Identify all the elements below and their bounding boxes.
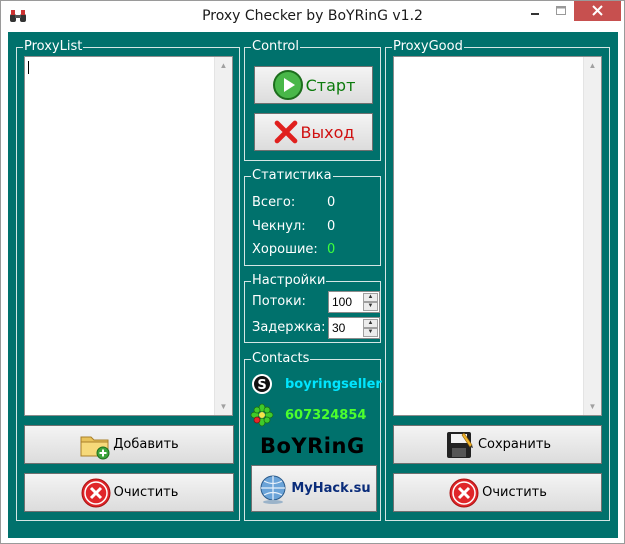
text-caret [28,61,29,74]
settings-group: Настройки Потоки: 100 ▲ ▼ Задержка: 30 ▲… [244,273,381,343]
proxylist-scrollbar[interactable]: ▲ ▼ [214,57,232,415]
contacts-group: Contacts S boyringseller 607324854 BoYRi… [244,351,382,521]
clear-list-button-label: Очистить [113,485,179,500]
stats-group: Статистика Всего: 0 Чекнул: 0 Хорошие: 0 [244,168,381,266]
add-button-label: Добавить [113,437,179,452]
delay-updown[interactable]: ▲ ▼ [363,319,378,337]
svg-text:S: S [257,378,266,393]
add-button[interactable]: Добавить [24,425,234,464]
spin-down-icon[interactable]: ▼ [363,328,378,337]
app-window: Proxy Checker by BoYRinG v1.2 ProxyList … [0,0,625,544]
proxygood-label: ProxyGood [392,39,464,55]
skype-icon: S [252,374,272,394]
title-bar: Proxy Checker by BoYRinG v1.2 [1,1,624,32]
clear-good-button-label: Очистить [482,485,547,500]
stats-label: Статистика [251,168,333,184]
clear-list-button[interactable]: Очистить [24,473,234,512]
good-value: 0 [327,242,336,257]
minimize-button[interactable] [522,1,548,21]
proxylist-label: ProxyList [23,39,84,55]
proxylist-textarea[interactable]: ▲ ▼ [24,56,233,416]
clear-icon [449,478,479,507]
scroll-down-icon[interactable]: ▼ [584,398,601,415]
save-disk-icon [446,431,473,458]
delay-value[interactable]: 30 [332,321,345,335]
spin-up-icon[interactable]: ▲ [363,319,378,328]
start-button-label: Старт [305,75,356,95]
icq-flower-icon [250,403,274,427]
threads-value[interactable]: 100 [332,295,352,309]
delay-spinner[interactable]: 30 ▲ ▼ [328,317,380,339]
exit-x-icon [274,120,297,144]
save-button-label: Сохранить [477,437,552,452]
play-icon [272,70,303,100]
close-button[interactable] [574,1,621,21]
minimize-icon [531,13,539,15]
client-area: ProxyList ▲ ▼ Добавить Очистить Control … [8,32,618,538]
exit-button-label: Выход [300,122,355,142]
proxylist-group: ProxyList ▲ ▼ Добавить Очистить [16,39,240,521]
threads-spinner[interactable]: 100 ▲ ▼ [328,291,380,313]
myhack-link-label: MyHack.su [291,481,371,496]
close-icon [592,5,603,16]
threads-label: Потоки: [252,294,306,309]
good-label: Хорошие: [252,242,318,257]
globe-icon [260,475,286,504]
clear-good-button[interactable]: Очистить [393,473,602,512]
spin-down-icon[interactable]: ▼ [363,302,378,311]
scroll-down-icon[interactable]: ▼ [215,398,232,415]
brand-text: BoYRinG [260,434,365,458]
checked-value: 0 [327,219,336,234]
delay-label: Задержка: [252,320,326,335]
total-value: 0 [327,195,336,210]
myhack-link-button[interactable]: MyHack.su [251,465,377,512]
maximize-button[interactable] [548,1,574,21]
icq-number: 607324854 [285,408,367,423]
start-button[interactable]: Старт [254,66,373,104]
total-label: Всего: [252,195,296,210]
scroll-up-icon[interactable]: ▲ [584,57,601,74]
folder-add-icon [80,436,110,459]
checked-label: Чекнул: [252,219,306,234]
control-label: Control [251,39,300,55]
control-group: Control Старт Выход [244,39,381,161]
threads-updown[interactable]: ▲ ▼ [363,293,378,311]
scroll-up-icon[interactable]: ▲ [215,57,232,74]
exit-button[interactable]: Выход [254,113,373,151]
maximize-icon [556,6,566,15]
skype-name: boyringseller [285,377,382,392]
contacts-label: Contacts [251,351,311,367]
save-button[interactable]: Сохранить [393,425,602,464]
proxygood-textarea[interactable]: ▲ ▼ [393,56,602,416]
proxygood-scrollbar[interactable]: ▲ ▼ [583,57,601,415]
clear-icon [81,478,111,507]
proxygood-group: ProxyGood ▲ ▼ Сохранить Очистить [385,39,610,521]
spin-up-icon[interactable]: ▲ [363,293,378,302]
settings-label: Настройки [251,273,327,289]
